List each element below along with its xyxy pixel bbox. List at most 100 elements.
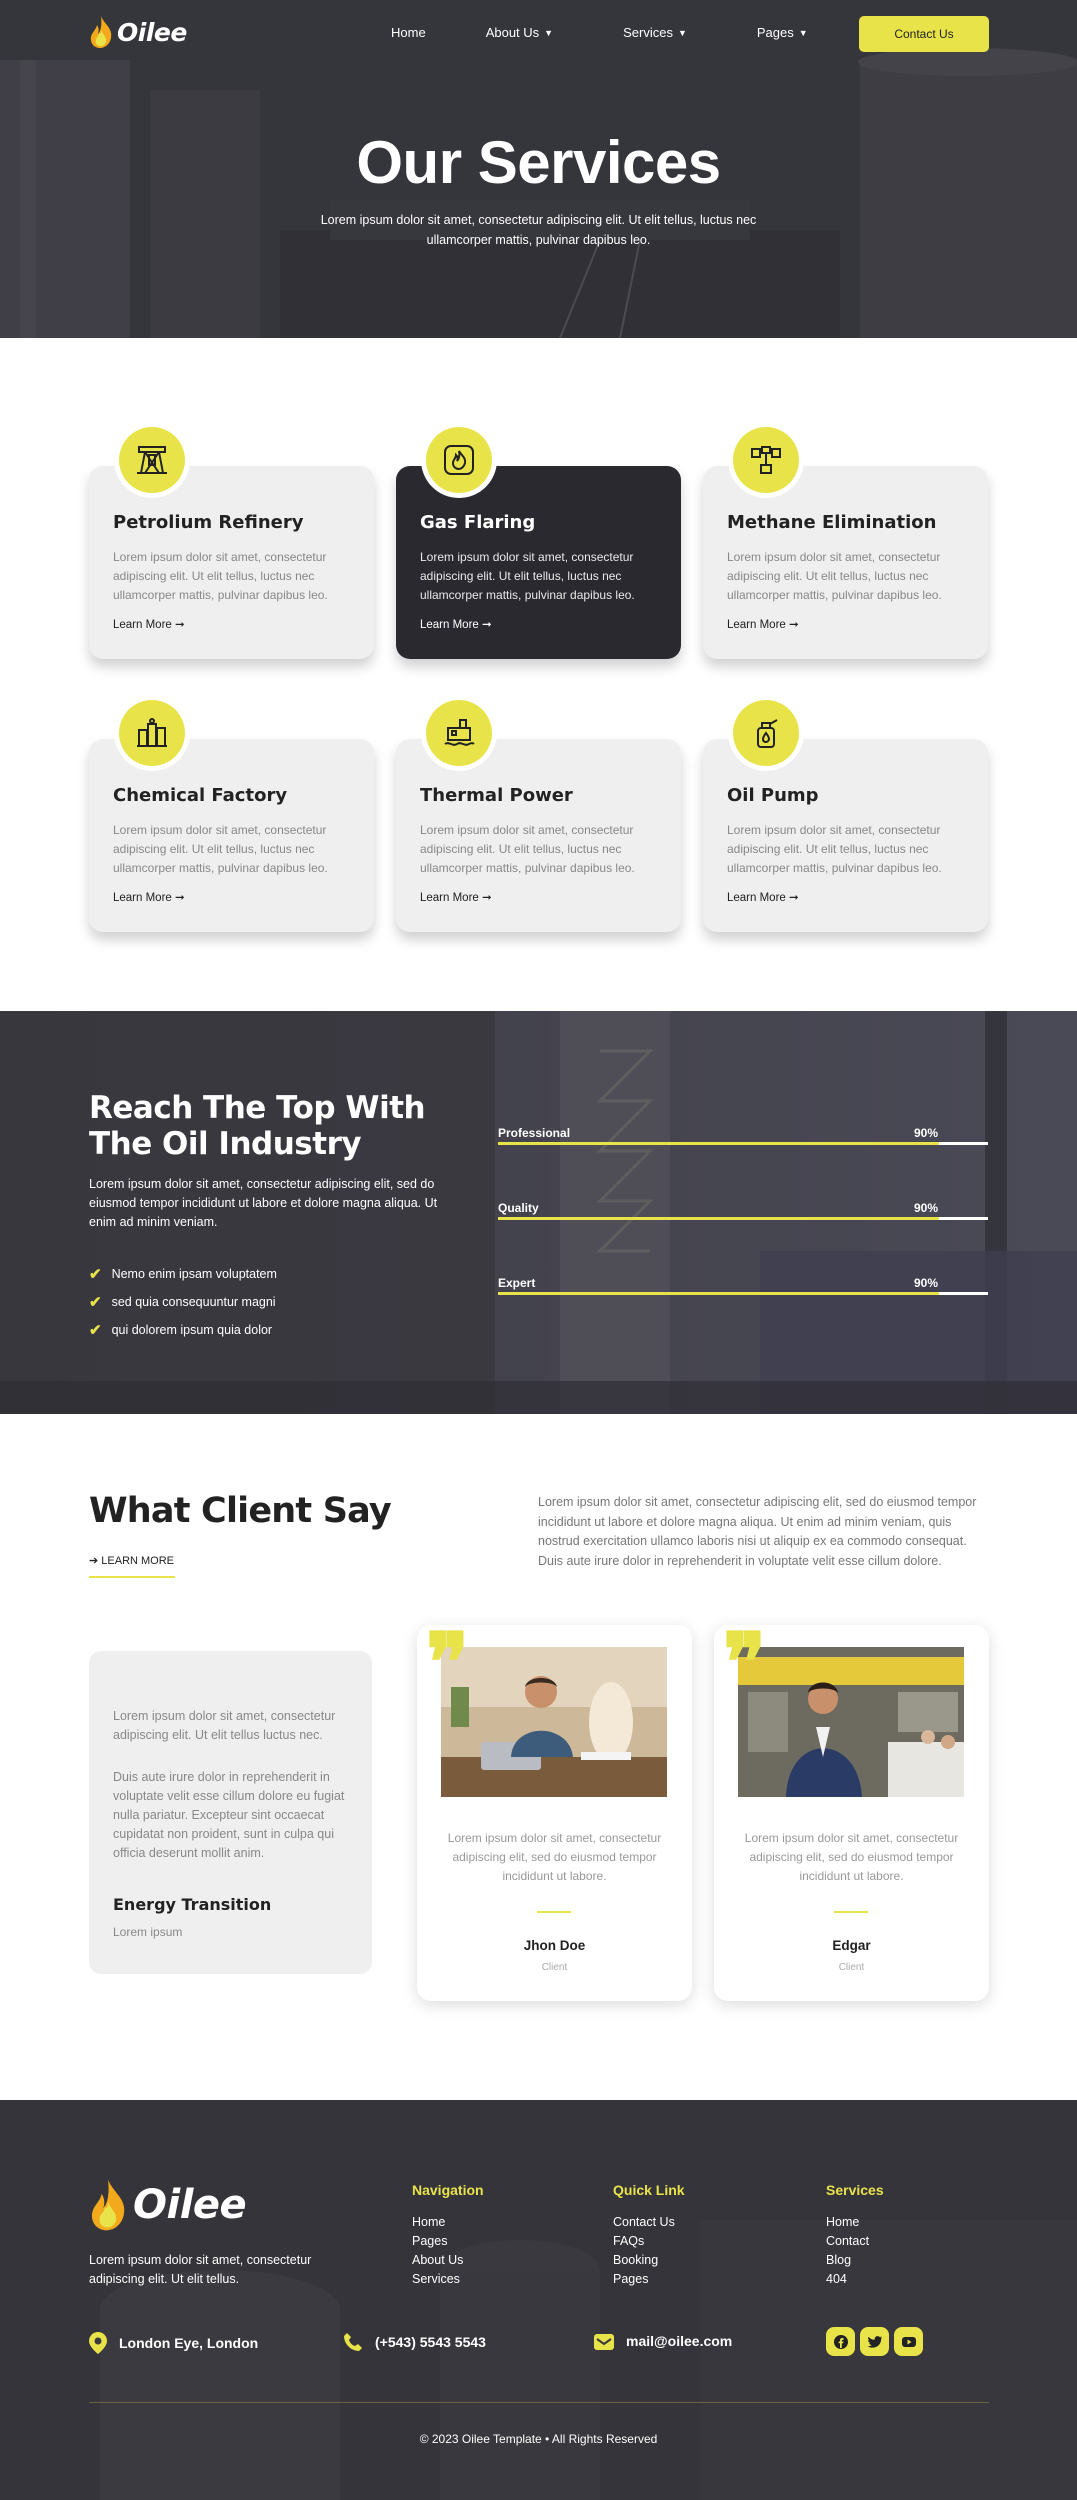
- service-title: Gas Flaring: [420, 512, 536, 533]
- testimonial-text: Lorem ipsum dolor sit amet, consectetur …: [744, 1831, 959, 1883]
- service-title: Methane Elimination: [727, 512, 937, 533]
- logo-text: Oilee: [117, 17, 187, 47]
- contact-email[interactable]: mail@oilee.com: [594, 2332, 732, 2350]
- learn-more-link[interactable]: Learn More ➞: [727, 617, 799, 631]
- footer-link[interactable]: Contact: [826, 2232, 884, 2251]
- contact-us-button[interactable]: Contact Us: [859, 16, 989, 52]
- youtube-icon[interactable]: [894, 2327, 923, 2356]
- learn-more-link[interactable]: Learn More ➞: [420, 890, 492, 904]
- contact-phone[interactable]: (+543) 5543 5543: [343, 2332, 486, 2352]
- check-item: ✔ sed quia consequuntur magni: [89, 1288, 277, 1316]
- skills-description: Lorem ipsum dolor sit amet, consectetur …: [89, 1177, 438, 1229]
- footer-link[interactable]: Pages: [412, 2232, 484, 2251]
- link-label: Learn More: [420, 892, 479, 904]
- main-navigation: Oilee Home About Us ▼ Services ▼ Pages ▼…: [89, 16, 989, 52]
- learn-more-link[interactable]: Learn More ➞: [727, 890, 799, 904]
- service-card-gas-flaring[interactable]: Gas Flaring Lorem ipsum dolor sit amet, …: [396, 422, 681, 659]
- factory-icon: [137, 718, 167, 747]
- valve-icon: [751, 446, 781, 474]
- quote-icon: ❞: [723, 1615, 767, 1709]
- service-text: Lorem ipsum dolor sit amet, consectetur …: [113, 550, 328, 602]
- phone-icon: [344, 2333, 362, 2351]
- footer-link[interactable]: 404: [826, 2270, 884, 2289]
- nav-item-label: Pages: [756, 25, 794, 40]
- nav-item-about-us[interactable]: About Us ▼: [486, 25, 553, 40]
- mail-icon: [594, 2334, 614, 2350]
- nav-item-home[interactable]: Home: [391, 25, 426, 40]
- arrow-right-icon: ➔: [89, 1555, 99, 1567]
- info-text: Lorem ipsum dolor sit amet, consectetur …: [113, 1709, 336, 1742]
- check-text: qui dolorem ipsum quia dolor: [111, 1323, 273, 1337]
- footer-link[interactable]: Booking: [613, 2251, 685, 2270]
- service-card-thermal-power[interactable]: Thermal Power Lorem ipsum dolor sit amet…: [396, 695, 681, 932]
- progress-label: Professional: [498, 1126, 571, 1140]
- service-text: Lorem ipsum dolor sit amet, consectetur …: [420, 823, 635, 875]
- contact-text: mail@oilee.com: [626, 2333, 733, 2349]
- link-label: Learn More: [727, 892, 786, 904]
- info-subtitle: Lorem ipsum: [113, 1925, 183, 1939]
- service-text: Lorem ipsum dolor sit amet, consectetur …: [420, 550, 635, 602]
- service-title: Chemical Factory: [113, 785, 288, 806]
- learn-more-link[interactable]: Learn More ➞: [113, 617, 185, 631]
- service-card-oil-pump[interactable]: Oil Pump Lorem ipsum dolor sit amet, con…: [703, 695, 988, 932]
- facebook-icon[interactable]: [826, 2327, 855, 2356]
- arrow-right-icon: ➞: [789, 892, 799, 904]
- footer-link[interactable]: Pages: [613, 2270, 685, 2289]
- footer-column-title: Quick Link: [613, 2182, 685, 2198]
- nav-item-label: Services: [623, 25, 673, 40]
- footer-link[interactable]: Blog: [826, 2251, 884, 2270]
- nav-item-label: About Us: [485, 25, 540, 40]
- footer-logo[interactable]: Oilee: [89, 2178, 247, 2232]
- footer-link[interactable]: Home: [826, 2213, 884, 2232]
- service-icon-badge: [421, 695, 497, 771]
- footer-about: Lorem ipsum dolor sit amet, consectetur …: [89, 2253, 312, 2286]
- progress-percent: 90%: [914, 1126, 939, 1140]
- power-plant-icon: [444, 719, 475, 746]
- service-icon-badge: [114, 695, 190, 771]
- progress-label: Quality: [498, 1201, 539, 1215]
- link-label: Learn More: [727, 619, 786, 631]
- service-card-methane-elimination[interactable]: Methane Elimination Lorem ipsum dolor si…: [703, 422, 988, 659]
- twitter-icon[interactable]: [860, 2327, 889, 2356]
- footer-link[interactable]: About Us: [412, 2251, 484, 2270]
- nav-item-label: Home: [391, 25, 426, 40]
- service-icon-badge: [114, 422, 190, 498]
- progress-track: [498, 1292, 988, 1295]
- progress-fill: [498, 1292, 939, 1295]
- learn-more-link[interactable]: ➔ LEARN MORE: [89, 1554, 175, 1578]
- nav-item-pages[interactable]: Pages ▼: [757, 25, 808, 40]
- testimonial-card: ❞ Lorem ipsum dolor sit amet, consectetu…: [417, 1622, 692, 2001]
- testimonial-text: Lorem ipsum dolor sit amet, consectetur …: [447, 1831, 662, 1883]
- link-label: LEARN MORE: [101, 1555, 175, 1567]
- learn-more-link[interactable]: Learn More ➞: [420, 617, 492, 631]
- footer-divider: [89, 2402, 989, 2403]
- service-card-chemical-factory[interactable]: Chemical Factory Lorem ipsum dolor sit a…: [89, 695, 374, 932]
- progress-track: [498, 1217, 988, 1220]
- arrow-right-icon: ➞: [482, 619, 492, 631]
- footer-link[interactable]: Contact Us: [613, 2213, 685, 2232]
- nav-item-services[interactable]: Services ▼: [623, 25, 687, 40]
- page-title: Our Services: [356, 129, 721, 196]
- footer-link[interactable]: FAQs: [613, 2232, 685, 2251]
- chevron-down-icon: ▼: [798, 27, 808, 38]
- flame-logo-icon: [91, 2179, 125, 2231]
- service-icon-badge: [421, 422, 497, 498]
- arrow-right-icon: ➞: [175, 892, 185, 904]
- footer-link[interactable]: Home: [412, 2213, 484, 2232]
- contact-text: (+543) 5543 5543: [375, 2334, 486, 2350]
- link-label: Learn More: [420, 619, 479, 631]
- footer-link[interactable]: Services: [412, 2270, 484, 2289]
- testimonial-card: ❞ Lorem ipsum dolor sit amet, consectetu…: [714, 1615, 989, 2001]
- info-card: Lorem ipsum dolor sit amet, consectetur …: [89, 1651, 372, 1974]
- client-name: Jhon Doe: [523, 1938, 586, 1953]
- service-card-petrolium-refinery[interactable]: Petrolium Refinery Lorem ipsum dolor sit…: [89, 422, 374, 659]
- refinery-icon: [137, 446, 167, 474]
- learn-more-link[interactable]: Learn More ➞: [113, 890, 185, 904]
- logo[interactable]: Oilee: [89, 16, 187, 48]
- client-role: Client: [838, 1962, 865, 1973]
- client-role: Client: [541, 1962, 568, 1973]
- skills-section: Reach The Top With The Oil Industry Lore…: [0, 1011, 1077, 1414]
- progress-label: Expert: [498, 1276, 536, 1290]
- footer-column-title: Navigation: [412, 2182, 484, 2198]
- arrow-right-icon: ➞: [482, 892, 492, 904]
